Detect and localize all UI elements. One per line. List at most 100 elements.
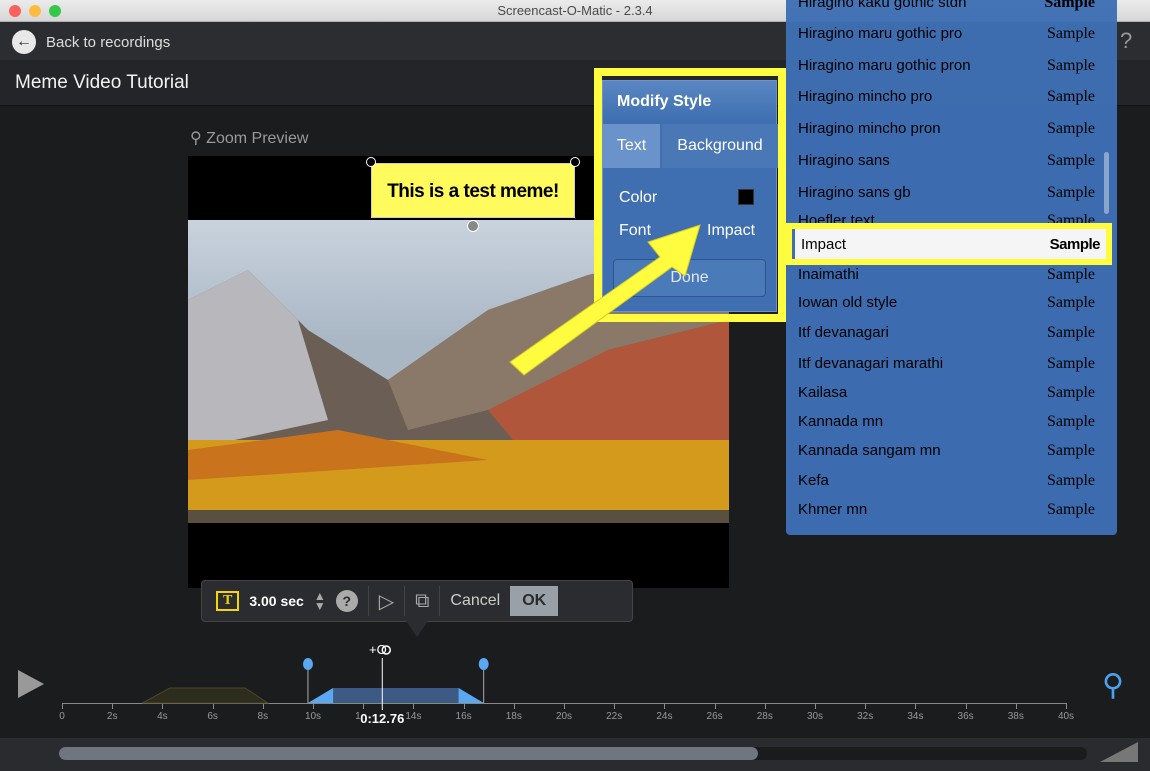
project-title[interactable]: Meme Video Tutorial <box>15 72 189 94</box>
help-icon[interactable]: ? <box>335 590 358 612</box>
divider <box>404 586 406 616</box>
font-item[interactable]: Itf devanagari marathi Sample <box>798 355 1095 373</box>
playhead-time: 0:12.76 <box>360 711 405 726</box>
font-item[interactable]: Hiragino kaku gothic stdn Sample <box>798 0 1095 12</box>
font-item-sample: Sample <box>1047 57 1095 74</box>
timeline-tick-label: 22s <box>606 711 623 722</box>
font-item-sample: Sample <box>1047 501 1095 518</box>
font-item-name: Kannada sangam mn <box>798 442 941 459</box>
font-item[interactable]: Kannada sangam mn Sample <box>798 442 1095 460</box>
font-item[interactable]: Hiragino mincho pron Sample <box>798 120 1095 138</box>
toolbar-pointer <box>406 621 428 637</box>
font-item-name: Hiragino sans <box>798 152 890 169</box>
scrollbar-track[interactable] <box>59 747 1087 760</box>
zoom-level-slider-icon[interactable] <box>1100 742 1138 762</box>
text-clip[interactable] <box>307 688 484 703</box>
timeline-tick-label: 36s <box>957 711 974 722</box>
zoom-window-button[interactable] <box>49 5 61 17</box>
font-item-name: Itf devanagari <box>798 324 889 341</box>
font-item-sample: Sample <box>1047 384 1095 401</box>
duration-stepper[interactable]: ▲ ▼ <box>314 590 326 612</box>
font-item[interactable]: Hiragino maru gothic pro Sample <box>798 25 1095 43</box>
timeline-track[interactable] <box>0 640 1150 710</box>
font-item-name: Hiragino maru gothic pron <box>798 57 971 74</box>
color-label: Color <box>619 189 658 206</box>
timeline-tick-label: 6s <box>207 711 218 722</box>
font-item-selected[interactable]: Impact Sample <box>786 223 1112 265</box>
font-item-name: Kannada mn <box>798 413 884 430</box>
close-window-button[interactable] <box>9 5 21 17</box>
timeline-tick-label: 10s <box>304 711 322 722</box>
timeline-tick-label: 40s <box>1057 711 1075 722</box>
timeline-tick-label: 2s <box>106 711 118 722</box>
font-item[interactable]: Itf devanagari Sample <box>798 324 1095 342</box>
font-item[interactable]: Hiragino sans Sample <box>798 152 1095 170</box>
duration-value[interactable]: 3.00 sec <box>249 593 304 609</box>
font-item[interactable]: Kannada mn Sample <box>798 413 1095 431</box>
back-label: Back to recordings <box>46 33 171 51</box>
yellow-arrow <box>509 224 701 376</box>
timeline-tick-label: 4s <box>157 711 168 722</box>
timeline-tick-label: 16s <box>455 711 472 722</box>
font-item-name: Inaimathi <box>798 266 859 283</box>
font-item[interactable]: Kailasa Sample <box>798 384 1095 402</box>
back-to-recordings-button[interactable]: ← Back to recordings <box>12 30 170 54</box>
font-item-sample: Sample <box>1047 266 1095 283</box>
font-item-sample: Sample <box>1047 324 1095 341</box>
scrollbar-thumb[interactable] <box>59 747 759 760</box>
resize-handle[interactable] <box>366 157 376 167</box>
other-clip[interactable] <box>142 687 270 704</box>
resize-handle[interactable] <box>570 157 580 167</box>
font-item[interactable]: Kefa Sample <box>798 472 1095 490</box>
text-tool-icon[interactable]: T <box>216 591 240 611</box>
color-swatch[interactable] <box>738 189 754 205</box>
font-item-sample: Sample <box>1044 0 1095 11</box>
clip-fade-out[interactable] <box>458 688 484 703</box>
font-list-scrollbar[interactable] <box>1104 152 1109 214</box>
help-icon[interactable]: ? <box>1120 28 1132 54</box>
font-item-sample: Sample <box>1047 442 1095 459</box>
font-item-name: Hiragino mincho pron <box>798 120 941 137</box>
timeline-tick-label: 38s <box>1007 711 1024 722</box>
font-item-name: Hiragino sans gb <box>798 184 911 201</box>
timeline-tick-label: 34s <box>907 711 924 722</box>
tab-text[interactable]: Text <box>603 124 660 168</box>
clip-handle[interactable] <box>478 658 489 670</box>
font-item[interactable]: Hiragino mincho pro Sample <box>798 88 1095 106</box>
timeline-tick-label: 24s <box>656 711 673 722</box>
timeline-tick-label: 30s <box>806 711 824 722</box>
cancel-button[interactable]: Cancel <box>450 592 500 610</box>
play-preview-icon[interactable]: ▷ <box>379 589 394 614</box>
timeline-tick-label: 26s <box>706 711 723 722</box>
minimize-window-button[interactable] <box>29 5 41 17</box>
font-item[interactable]: Hiragino sans gb Sample <box>798 184 1095 202</box>
add-marker-label[interactable]: +O <box>369 642 387 657</box>
zoom-preview-button[interactable]: ⚲ Zoom Preview <box>190 128 308 148</box>
timeline-tick-label: 0 <box>59 711 65 722</box>
font-item-name: Hiragino maru gothic pro <box>798 25 963 42</box>
font-item[interactable]: Khmer mn Sample <box>798 501 1095 519</box>
timeline-tick-label: 32s <box>857 711 874 722</box>
font-item-sample: Sample <box>1047 120 1095 137</box>
font-item[interactable]: Hiragino maru gothic pron Sample <box>798 57 1095 75</box>
font-item[interactable]: Inaimathi Sample <box>798 266 1095 284</box>
font-item-name: Impact <box>801 235 847 253</box>
font-item-name: Hiragino mincho pro <box>798 88 933 105</box>
font-item-sample: Sample <box>1047 355 1095 372</box>
timeline-tick-label: 14s <box>405 711 422 722</box>
font-item-sample: Sample <box>1047 152 1095 169</box>
font-item-name: Kefa <box>798 472 829 489</box>
font-item[interactable]: Iowan old style Sample <box>798 294 1095 312</box>
tab-background[interactable]: Background <box>662 124 778 168</box>
window-title: Screencast-O-Matic - 2.3.4 <box>497 3 653 18</box>
clip-fade-in[interactable] <box>307 688 334 703</box>
rotate-handle[interactable] <box>467 220 479 232</box>
font-list-dropdown[interactable]: Hiragino kaku gothic stdn Sample Hiragino … <box>786 0 1117 535</box>
clip-handle[interactable] <box>302 658 313 670</box>
search-icon: ⚲ <box>190 130 202 147</box>
timeline-tick-label: 18s <box>505 711 522 722</box>
font-item-name: Khmer mn <box>798 501 868 518</box>
duplicate-icon[interactable]: ⧉ <box>415 590 429 613</box>
ok-button[interactable]: OK <box>510 586 559 616</box>
font-item-name: Hiragino kaku gothic stdn <box>798 0 967 11</box>
